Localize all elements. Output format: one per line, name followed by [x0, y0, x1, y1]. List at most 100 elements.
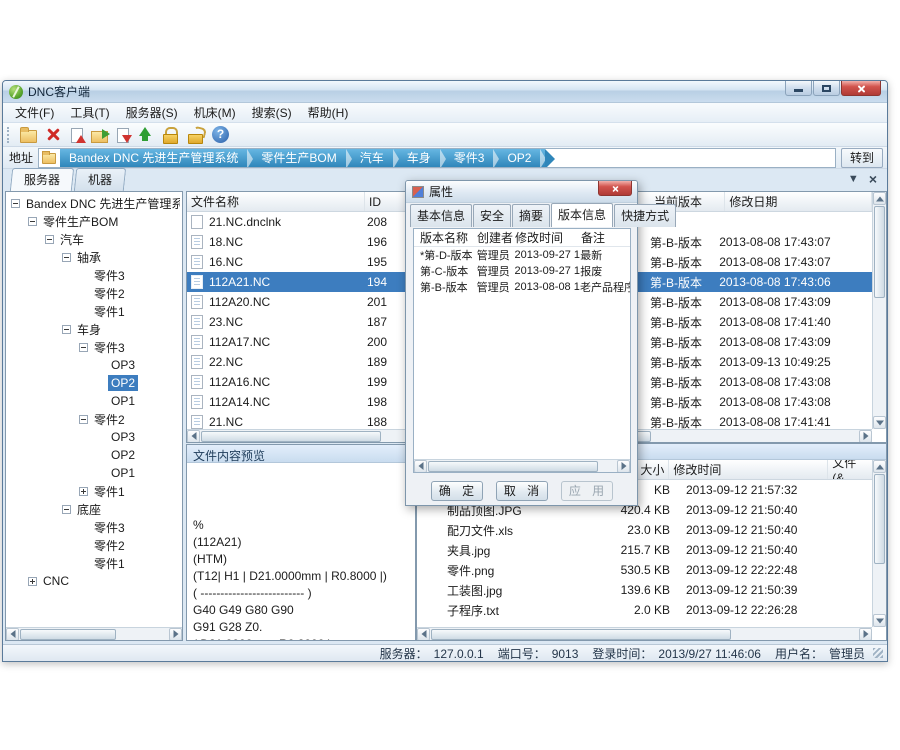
dialog-tab[interactable]: 快捷方式	[614, 204, 676, 227]
address-box[interactable]: Bandex DNC 先进生产管理系统零件生产BOM汽车车身零件3OP2	[38, 148, 836, 168]
delete-icon[interactable]	[45, 126, 62, 143]
dialog-tab[interactable]: 安全	[473, 204, 511, 227]
tree-item[interactable]: 底座	[8, 500, 180, 518]
file-row[interactable]: 112A20.NC 201	[187, 292, 415, 312]
dialog-close-button[interactable]	[598, 181, 632, 196]
column-header-modified[interactable]: 修改时间	[515, 229, 581, 246]
menu-item[interactable]: 服务器(S)	[118, 102, 186, 123]
tree-item[interactable]: 零件3	[8, 518, 180, 536]
tree-toggle-icon[interactable]	[45, 235, 54, 244]
tree-item[interactable]: 车身	[8, 320, 180, 338]
file-row[interactable]: 112A17.NC 200	[187, 332, 415, 352]
tree-item[interactable]: Bandex DNC 先进生产管理系统	[8, 194, 180, 212]
dialog-tab[interactable]: 版本信息	[551, 203, 613, 227]
tree-item[interactable]: OP1	[8, 464, 180, 482]
tree-toggle-icon[interactable]	[62, 325, 71, 334]
tree-item[interactable]: 零件1	[8, 482, 180, 500]
tree-toggle-icon[interactable]	[79, 487, 88, 496]
tree-item[interactable]: 汽车	[8, 230, 180, 248]
breadcrumb-item[interactable]: OP2	[498, 149, 540, 167]
tree-item[interactable]: 零件1	[8, 302, 180, 320]
attachment-row[interactable]: 零件.png 530.5 KB 2013-09-12 22:22:48	[417, 560, 872, 580]
attachment-row[interactable]: 夹具.jpg 215.7 KB 2013-09-12 21:50:40	[417, 540, 872, 560]
scroll-left-icon[interactable]	[417, 628, 430, 641]
scrollbar-thumb[interactable]	[431, 629, 731, 640]
panel-tab[interactable]: 服务器	[10, 168, 74, 191]
scroll-left-icon[interactable]	[187, 430, 200, 443]
breadcrumb-item[interactable]: 零件3	[445, 149, 494, 167]
close-button[interactable]	[841, 81, 881, 96]
attachment-row[interactable]: 工装图.jpg 139.6 KB 2013-09-12 21:50:39	[417, 580, 872, 600]
import-folder-icon[interactable]	[91, 131, 108, 143]
tree-toggle-icon[interactable]	[62, 253, 71, 262]
apply-button[interactable]: 应 用	[561, 481, 613, 501]
column-header-date[interactable]: 修改日期	[725, 192, 872, 211]
scrollbar-thumb[interactable]	[20, 629, 116, 640]
tree-item[interactable]: 零件2	[8, 410, 180, 428]
column-header-creator[interactable]: 创建者	[477, 229, 515, 246]
breadcrumb-item[interactable]: 零件生产BOM	[252, 149, 345, 167]
tree-item[interactable]: OP3	[8, 428, 180, 446]
scroll-right-icon[interactable]	[169, 628, 182, 641]
tree-toggle-icon[interactable]	[79, 343, 88, 352]
scroll-right-icon[interactable]	[859, 430, 872, 443]
tree-toggle-icon[interactable]	[79, 415, 88, 424]
lock-icon[interactable]	[162, 126, 179, 143]
tree-item[interactable]: 轴承	[8, 248, 180, 266]
column-header-file[interactable]: 文件(&	[828, 460, 872, 479]
attachment-row[interactable]: 子程序.txt 2.0 KB 2013-09-12 22:26:28	[417, 600, 872, 620]
tree-item[interactable]: 零件2	[8, 536, 180, 554]
file-row[interactable]: 112A14.NC 198	[187, 392, 415, 412]
panel-tab[interactable]: 机器	[74, 168, 126, 191]
go-button[interactable]: 转到	[841, 148, 883, 168]
menu-item[interactable]: 机床(M)	[186, 102, 244, 123]
tree-item[interactable]: 零件生产BOM	[8, 212, 180, 230]
scroll-up-icon[interactable]	[873, 460, 886, 473]
file-list-hscrollbar[interactable]	[187, 429, 415, 442]
attachment-row[interactable]: 配刀文件.xls 23.0 KB 2013-09-12 21:50:40	[417, 520, 872, 540]
version-table-row[interactable]: 第-B-版本 管理员 2013-08-08 17:... 老产品程序	[414, 279, 630, 295]
column-header-note[interactable]: 备注	[581, 229, 627, 246]
scroll-up-icon[interactable]	[873, 192, 886, 205]
file-row[interactable]: 112A16.NC 199	[187, 372, 415, 392]
dialog-hscrollbar[interactable]	[414, 459, 630, 472]
tree-item[interactable]: OP3	[8, 356, 180, 374]
tree-toggle-icon[interactable]	[28, 577, 37, 586]
version-table-row[interactable]: *第-D-版本 管理员 2013-09-27 14:... 最新	[414, 247, 630, 263]
file-row[interactable]: 16.NC 195	[187, 252, 415, 272]
tree-hscrollbar[interactable]	[6, 627, 182, 640]
resize-grip-icon[interactable]	[873, 648, 883, 658]
maximize-button[interactable]	[813, 81, 840, 96]
breadcrumb-item[interactable]: 车身	[398, 149, 440, 167]
dropdown-icon[interactable]: ▼	[848, 173, 859, 185]
tree-item[interactable]: 零件1	[8, 554, 180, 572]
upload-file-icon[interactable]	[71, 128, 83, 143]
attachment-vscrollbar[interactable]	[872, 460, 886, 627]
tree-item[interactable]: OP1	[8, 392, 180, 410]
scrollbar-thumb[interactable]	[201, 431, 381, 442]
tree-item[interactable]: CNC	[8, 572, 180, 590]
cancel-button[interactable]: 取 消	[496, 481, 548, 501]
panel-close-icon[interactable]: ×	[869, 173, 877, 185]
menu-item[interactable]: 帮助(H)	[300, 102, 357, 123]
scrollbar-thumb[interactable]	[428, 461, 598, 472]
ok-button[interactable]: 确 定	[431, 481, 483, 501]
column-header-name[interactable]: 文件名称	[187, 192, 365, 211]
tree-toggle-icon[interactable]	[62, 505, 71, 514]
scrollbar-thumb[interactable]	[874, 474, 885, 564]
scroll-down-icon[interactable]	[873, 416, 886, 429]
unlock-icon[interactable]	[187, 126, 204, 143]
file-row[interactable]: 112A21.NC 194	[187, 272, 415, 292]
tree-item[interactable]: 零件3	[8, 338, 180, 356]
column-header-time[interactable]: 修改时间	[669, 460, 828, 479]
tree-item[interactable]: 零件2	[8, 284, 180, 302]
help-icon[interactable]	[212, 126, 229, 143]
file-row[interactable]: 21.NC.dnclnk 208	[187, 212, 415, 232]
scroll-right-icon[interactable]	[617, 460, 630, 473]
attachment-hscrollbar[interactable]	[417, 627, 872, 640]
tree-toggle-icon[interactable]	[28, 217, 37, 226]
menu-item[interactable]: 工具(T)	[62, 102, 117, 123]
menu-item[interactable]: 搜索(S)	[244, 102, 300, 123]
tree-item[interactable]: 零件3	[8, 266, 180, 284]
scroll-left-icon[interactable]	[6, 628, 19, 641]
